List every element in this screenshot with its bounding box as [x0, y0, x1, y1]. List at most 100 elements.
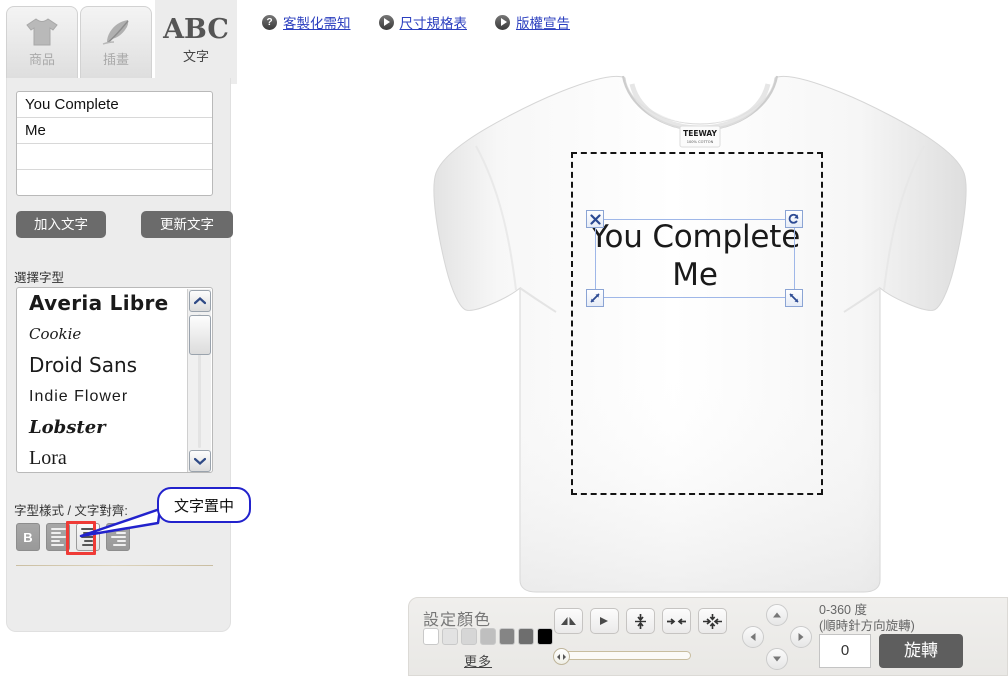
tab-text[interactable]: ABC 文字: [155, 0, 237, 84]
link-size-chart[interactable]: 尺寸規格表: [378, 12, 468, 32]
flip-vertical-icon: [600, 616, 608, 625]
resize-handle-bottom-left-icon[interactable]: [586, 289, 604, 307]
rotate-button[interactable]: 旋轉: [879, 634, 963, 668]
font-item-indie-flower[interactable]: Indie Flower: [17, 381, 212, 412]
resize-diagonal-icon: [590, 293, 600, 303]
link-copyright-notice[interactable]: 版權宣告: [495, 12, 570, 32]
link-customization-notes[interactable]: ? 客製化需知: [262, 12, 351, 32]
add-text-button[interactable]: 加入文字: [16, 211, 106, 238]
color-swatch-1[interactable]: [423, 628, 439, 645]
slider-track[interactable]: [561, 651, 691, 660]
font-select-label: 選擇字型: [14, 271, 65, 285]
tshirt-icon: [25, 11, 59, 53]
link-copyright-notice-label: 版權宣告: [516, 16, 570, 31]
center-vertical-button[interactable]: [626, 608, 655, 634]
chevron-down-icon: [194, 457, 206, 465]
left-sidebar: 商品 插畫 ABC 文字 You Complete Me 加入文字 更新文字 選…: [0, 0, 251, 676]
center-vertical-icon: [635, 613, 646, 629]
chevron-up-icon: [194, 297, 206, 305]
font-list-scrollbar[interactable]: [187, 289, 211, 472]
tab-text-label: 文字: [182, 49, 209, 64]
resize-diagonal-icon: [789, 293, 799, 303]
abc-icon: ABC: [163, 8, 229, 50]
tab-product-label: 商品: [28, 52, 55, 67]
flip-horizontal-button[interactable]: [554, 608, 583, 634]
update-text-button[interactable]: 更新文字: [141, 211, 233, 238]
top-links: ? 客製化需知 尺寸規格表 版權宣告: [262, 12, 570, 32]
scrollbar-thumb[interactable]: [189, 315, 211, 355]
color-section-label: 設定顏色: [423, 612, 492, 629]
font-item-lobster[interactable]: Lobster: [17, 412, 212, 443]
link-size-chart-label: 尺寸規格表: [399, 16, 468, 31]
slider-knob[interactable]: [553, 648, 570, 665]
resize-handle-bottom-right-icon[interactable]: [785, 289, 803, 307]
selection-box[interactable]: [595, 219, 795, 298]
transform-tools: [554, 608, 727, 634]
center-both-icon: [703, 613, 722, 629]
move-right-button[interactable]: [790, 626, 812, 648]
color-swatch-5[interactable]: [499, 628, 515, 645]
tab-illustration-label: 插畫: [102, 52, 129, 67]
link-customization-notes-label: 客製化需知: [283, 16, 351, 31]
abc-glyph: ABC: [163, 13, 229, 45]
move-dpad: [739, 602, 815, 672]
rotation-hint-line-1: 0-360 度: [819, 603, 867, 617]
rotation-hint-line-2: (順時針方向旋轉): [819, 619, 915, 633]
bold-label: B: [23, 529, 33, 545]
play-icon: [495, 14, 510, 30]
font-item-cookie[interactable]: Cookie: [17, 319, 212, 350]
center-both-button[interactable]: [698, 608, 727, 634]
move-down-button[interactable]: [766, 648, 788, 670]
more-colors-link[interactable]: 更多: [464, 651, 492, 670]
color-swatch-2[interactable]: [442, 628, 458, 645]
triangle-up-icon: [773, 612, 781, 618]
rotate-icon: [788, 213, 799, 224]
delete-handle-icon[interactable]: [586, 210, 604, 228]
play-icon: [378, 14, 394, 30]
color-swatch-3[interactable]: [461, 628, 477, 645]
question-mark-icon: ?: [262, 14, 277, 30]
move-up-button[interactable]: [766, 604, 788, 626]
svg-text:TEEWAY: TEEWAY: [683, 129, 717, 138]
align-left-button[interactable]: [46, 523, 70, 551]
move-left-button[interactable]: [742, 626, 764, 648]
panel-divider: [16, 565, 213, 566]
font-list[interactable]: Averia Libre Cookie Droid Sans Indie Flo…: [16, 287, 213, 473]
flip-horizontal-icon: [561, 616, 576, 625]
tooltip-pointer: [79, 507, 162, 538]
text-line-1[interactable]: You Complete: [17, 92, 212, 118]
bold-button[interactable]: B: [16, 523, 40, 551]
center-horizontal-button[interactable]: [662, 608, 691, 634]
close-icon: [589, 213, 601, 225]
center-horizontal-icon: [667, 617, 686, 625]
text-line-4[interactable]: [17, 170, 212, 195]
triangle-right-icon: [798, 633, 804, 641]
tab-illustration[interactable]: 插畫: [80, 6, 152, 78]
font-item-averia-libre[interactable]: Averia Libre: [17, 288, 212, 319]
text-line-3[interactable]: [17, 144, 212, 170]
rotation-hint: 0-360 度 (順時針方向旋轉): [819, 602, 915, 634]
design-text-input[interactable]: You Complete Me: [16, 91, 213, 196]
color-swatch-7[interactable]: [537, 628, 553, 645]
font-item-lora[interactable]: Lora: [17, 443, 212, 472]
color-swatch-4[interactable]: [480, 628, 496, 645]
scroll-down-button[interactable]: [189, 450, 211, 472]
triangle-down-icon: [773, 656, 781, 662]
color-swatch-6[interactable]: [518, 628, 534, 645]
tab-product[interactable]: 商品: [6, 6, 78, 78]
svg-text:100% COTTON: 100% COTTON: [687, 140, 714, 144]
tooltip-text: 文字置中: [173, 497, 234, 515]
feather-icon: [99, 11, 133, 53]
tab-bar: 商品 插畫 ABC 文字: [0, 0, 237, 84]
size-slider[interactable]: [553, 648, 691, 665]
rotate-handle-icon[interactable]: [785, 210, 803, 228]
font-item-droid-sans[interactable]: Droid Sans: [17, 350, 212, 381]
resize-arrows-icon: [557, 653, 566, 660]
rotation-input[interactable]: 0: [819, 634, 871, 668]
text-line-2[interactable]: Me: [17, 118, 212, 144]
triangle-left-icon: [750, 633, 756, 641]
scroll-up-button[interactable]: [189, 290, 211, 312]
align-center-tooltip: 文字置中: [157, 487, 251, 523]
flip-vertical-button[interactable]: [590, 608, 619, 634]
align-left-icon: [50, 528, 66, 546]
